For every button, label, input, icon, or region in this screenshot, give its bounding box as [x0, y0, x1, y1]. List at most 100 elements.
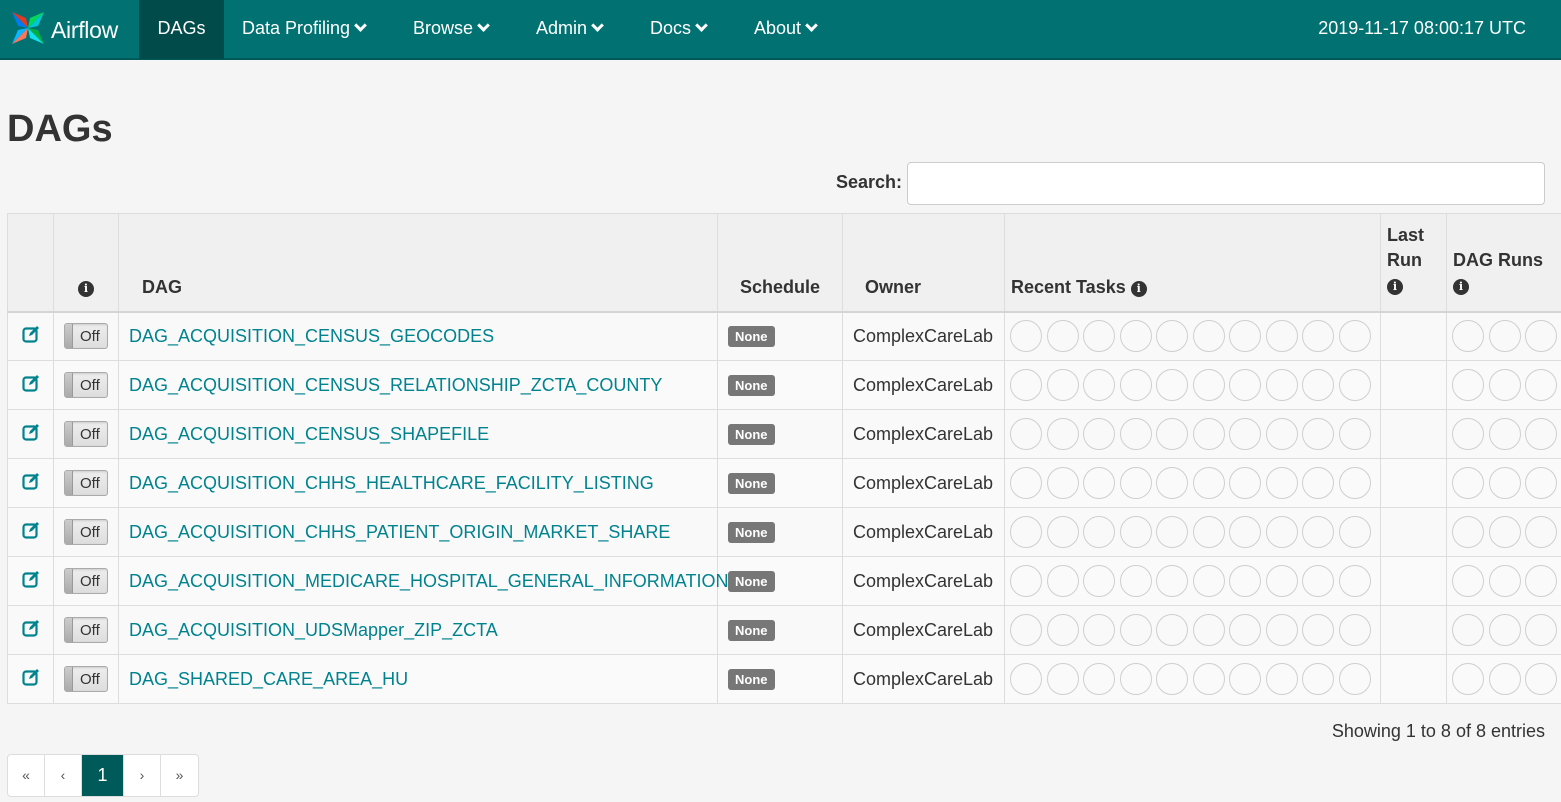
- task-status-circle[interactable]: [1083, 516, 1115, 548]
- dag-run-status-circle[interactable]: [1525, 565, 1557, 597]
- nav-browse[interactable]: Browse: [413, 0, 490, 59]
- edit-icon[interactable]: [21, 325, 40, 343]
- edit-icon[interactable]: [21, 521, 40, 539]
- task-status-circle[interactable]: [1156, 418, 1188, 450]
- dag-run-status-circle[interactable]: [1525, 418, 1557, 450]
- brand-logo[interactable]: Airflow: [8, 5, 118, 55]
- task-status-circle[interactable]: [1265, 418, 1298, 450]
- edit-icon[interactable]: [21, 570, 40, 588]
- dag-run-status-circle[interactable]: [1452, 663, 1484, 695]
- task-status-circle[interactable]: [1010, 565, 1042, 597]
- task-status-circle[interactable]: [1083, 418, 1115, 450]
- task-status-circle[interactable]: [1338, 467, 1371, 499]
- task-status-circle[interactable]: [1119, 516, 1152, 548]
- task-status-circle[interactable]: [1265, 467, 1298, 499]
- dag-link[interactable]: DAG_ACQUISITION_CENSUS_GEOCODES: [129, 326, 494, 346]
- task-status-circle[interactable]: [1156, 614, 1188, 646]
- task-status-circle[interactable]: [1083, 369, 1115, 401]
- dag-run-status-circle[interactable]: [1452, 516, 1484, 548]
- dag-link[interactable]: DAG_ACQUISITION_MEDICARE_HOSPITAL_GENERA…: [129, 571, 728, 591]
- info-icon[interactable]: i: [1387, 278, 1403, 295]
- task-status-circle[interactable]: [1010, 663, 1042, 695]
- info-icon[interactable]: i: [1130, 280, 1147, 297]
- task-status-circle[interactable]: [1229, 467, 1261, 499]
- task-status-circle[interactable]: [1338, 614, 1371, 646]
- task-status-circle[interactable]: [1046, 516, 1079, 548]
- header-owner[interactable]: Owner: [842, 213, 1005, 313]
- dag-run-status-circle[interactable]: [1488, 565, 1521, 597]
- task-status-circle[interactable]: [1192, 369, 1225, 401]
- pagination-last[interactable]: »: [161, 755, 198, 796]
- dag-run-status-circle[interactable]: [1488, 614, 1521, 646]
- task-status-circle[interactable]: [1192, 614, 1225, 646]
- task-status-circle[interactable]: [1156, 663, 1188, 695]
- pagination-next[interactable]: ›: [124, 755, 161, 796]
- dag-run-status-circle[interactable]: [1488, 418, 1521, 450]
- dag-run-status-circle[interactable]: [1525, 516, 1557, 548]
- dag-pause-toggle[interactable]: Off: [64, 470, 108, 496]
- dag-link[interactable]: DAG_ACQUISITION_CHHS_PATIENT_ORIGIN_MARK…: [129, 522, 670, 542]
- nav-dags[interactable]: DAGs: [139, 0, 224, 59]
- task-status-circle[interactable]: [1338, 516, 1371, 548]
- task-status-circle[interactable]: [1046, 369, 1079, 401]
- dag-run-status-circle[interactable]: [1525, 614, 1557, 646]
- task-status-circle[interactable]: [1265, 614, 1298, 646]
- task-status-circle[interactable]: [1192, 516, 1225, 548]
- task-status-circle[interactable]: [1119, 418, 1152, 450]
- task-status-circle[interactable]: [1119, 663, 1152, 695]
- task-status-circle[interactable]: [1010, 320, 1042, 353]
- task-status-circle[interactable]: [1083, 614, 1115, 646]
- task-status-circle[interactable]: [1156, 565, 1188, 597]
- task-status-circle[interactable]: [1302, 663, 1334, 695]
- task-status-circle[interactable]: [1156, 467, 1188, 499]
- dag-run-status-circle[interactable]: [1452, 614, 1484, 646]
- task-status-circle[interactable]: [1119, 320, 1152, 353]
- search-input[interactable]: [907, 162, 1545, 205]
- task-status-circle[interactable]: [1229, 418, 1261, 450]
- dag-run-status-circle[interactable]: [1488, 320, 1521, 353]
- nav-admin[interactable]: Admin: [536, 0, 604, 59]
- dag-run-status-circle[interactable]: [1525, 320, 1557, 353]
- task-status-circle[interactable]: [1083, 467, 1115, 499]
- task-status-circle[interactable]: [1010, 418, 1042, 450]
- task-status-circle[interactable]: [1302, 320, 1334, 353]
- task-status-circle[interactable]: [1229, 614, 1261, 646]
- dag-pause-toggle[interactable]: Off: [64, 323, 108, 350]
- edit-icon[interactable]: [21, 423, 40, 441]
- task-status-circle[interactable]: [1265, 565, 1298, 597]
- task-status-circle[interactable]: [1192, 565, 1225, 597]
- dag-link[interactable]: DAG_ACQUISITION_CENSUS_RELATIONSHIP_ZCTA…: [129, 375, 662, 395]
- task-status-circle[interactable]: [1156, 516, 1188, 548]
- task-status-circle[interactable]: [1338, 663, 1371, 695]
- task-status-circle[interactable]: [1229, 516, 1261, 548]
- dag-pause-toggle[interactable]: Off: [64, 617, 108, 643]
- task-status-circle[interactable]: [1083, 320, 1115, 353]
- dag-run-status-circle[interactable]: [1452, 418, 1484, 450]
- task-status-circle[interactable]: [1265, 663, 1298, 695]
- header-dag[interactable]: DAG: [118, 213, 718, 313]
- info-icon[interactable]: i: [78, 280, 94, 297]
- task-status-circle[interactable]: [1338, 369, 1371, 401]
- dag-run-status-circle[interactable]: [1525, 467, 1557, 499]
- dag-link[interactable]: DAG_SHARED_CARE_AREA_HU: [129, 669, 408, 689]
- task-status-circle[interactable]: [1229, 369, 1261, 401]
- task-status-circle[interactable]: [1302, 418, 1334, 450]
- dag-link[interactable]: DAG_ACQUISITION_CHHS_HEALTHCARE_FACILITY…: [129, 473, 654, 493]
- pagination-first[interactable]: «: [8, 755, 45, 796]
- edit-icon[interactable]: [21, 668, 40, 686]
- task-status-circle[interactable]: [1010, 369, 1042, 401]
- task-status-circle[interactable]: [1229, 663, 1261, 695]
- task-status-circle[interactable]: [1229, 565, 1261, 597]
- task-status-circle[interactable]: [1046, 565, 1079, 597]
- task-status-circle[interactable]: [1156, 369, 1188, 401]
- task-status-circle[interactable]: [1338, 320, 1371, 353]
- task-status-circle[interactable]: [1265, 516, 1298, 548]
- dag-link[interactable]: DAG_ACQUISITION_UDSMapper_ZIP_ZCTA: [129, 620, 498, 640]
- nav-about[interactable]: About: [754, 0, 818, 59]
- task-status-circle[interactable]: [1119, 369, 1152, 401]
- nav-data-profiling[interactable]: Data Profiling: [242, 0, 367, 59]
- task-status-circle[interactable]: [1010, 614, 1042, 646]
- task-status-circle[interactable]: [1119, 467, 1152, 499]
- task-status-circle[interactable]: [1046, 467, 1079, 499]
- dag-run-status-circle[interactable]: [1488, 663, 1521, 695]
